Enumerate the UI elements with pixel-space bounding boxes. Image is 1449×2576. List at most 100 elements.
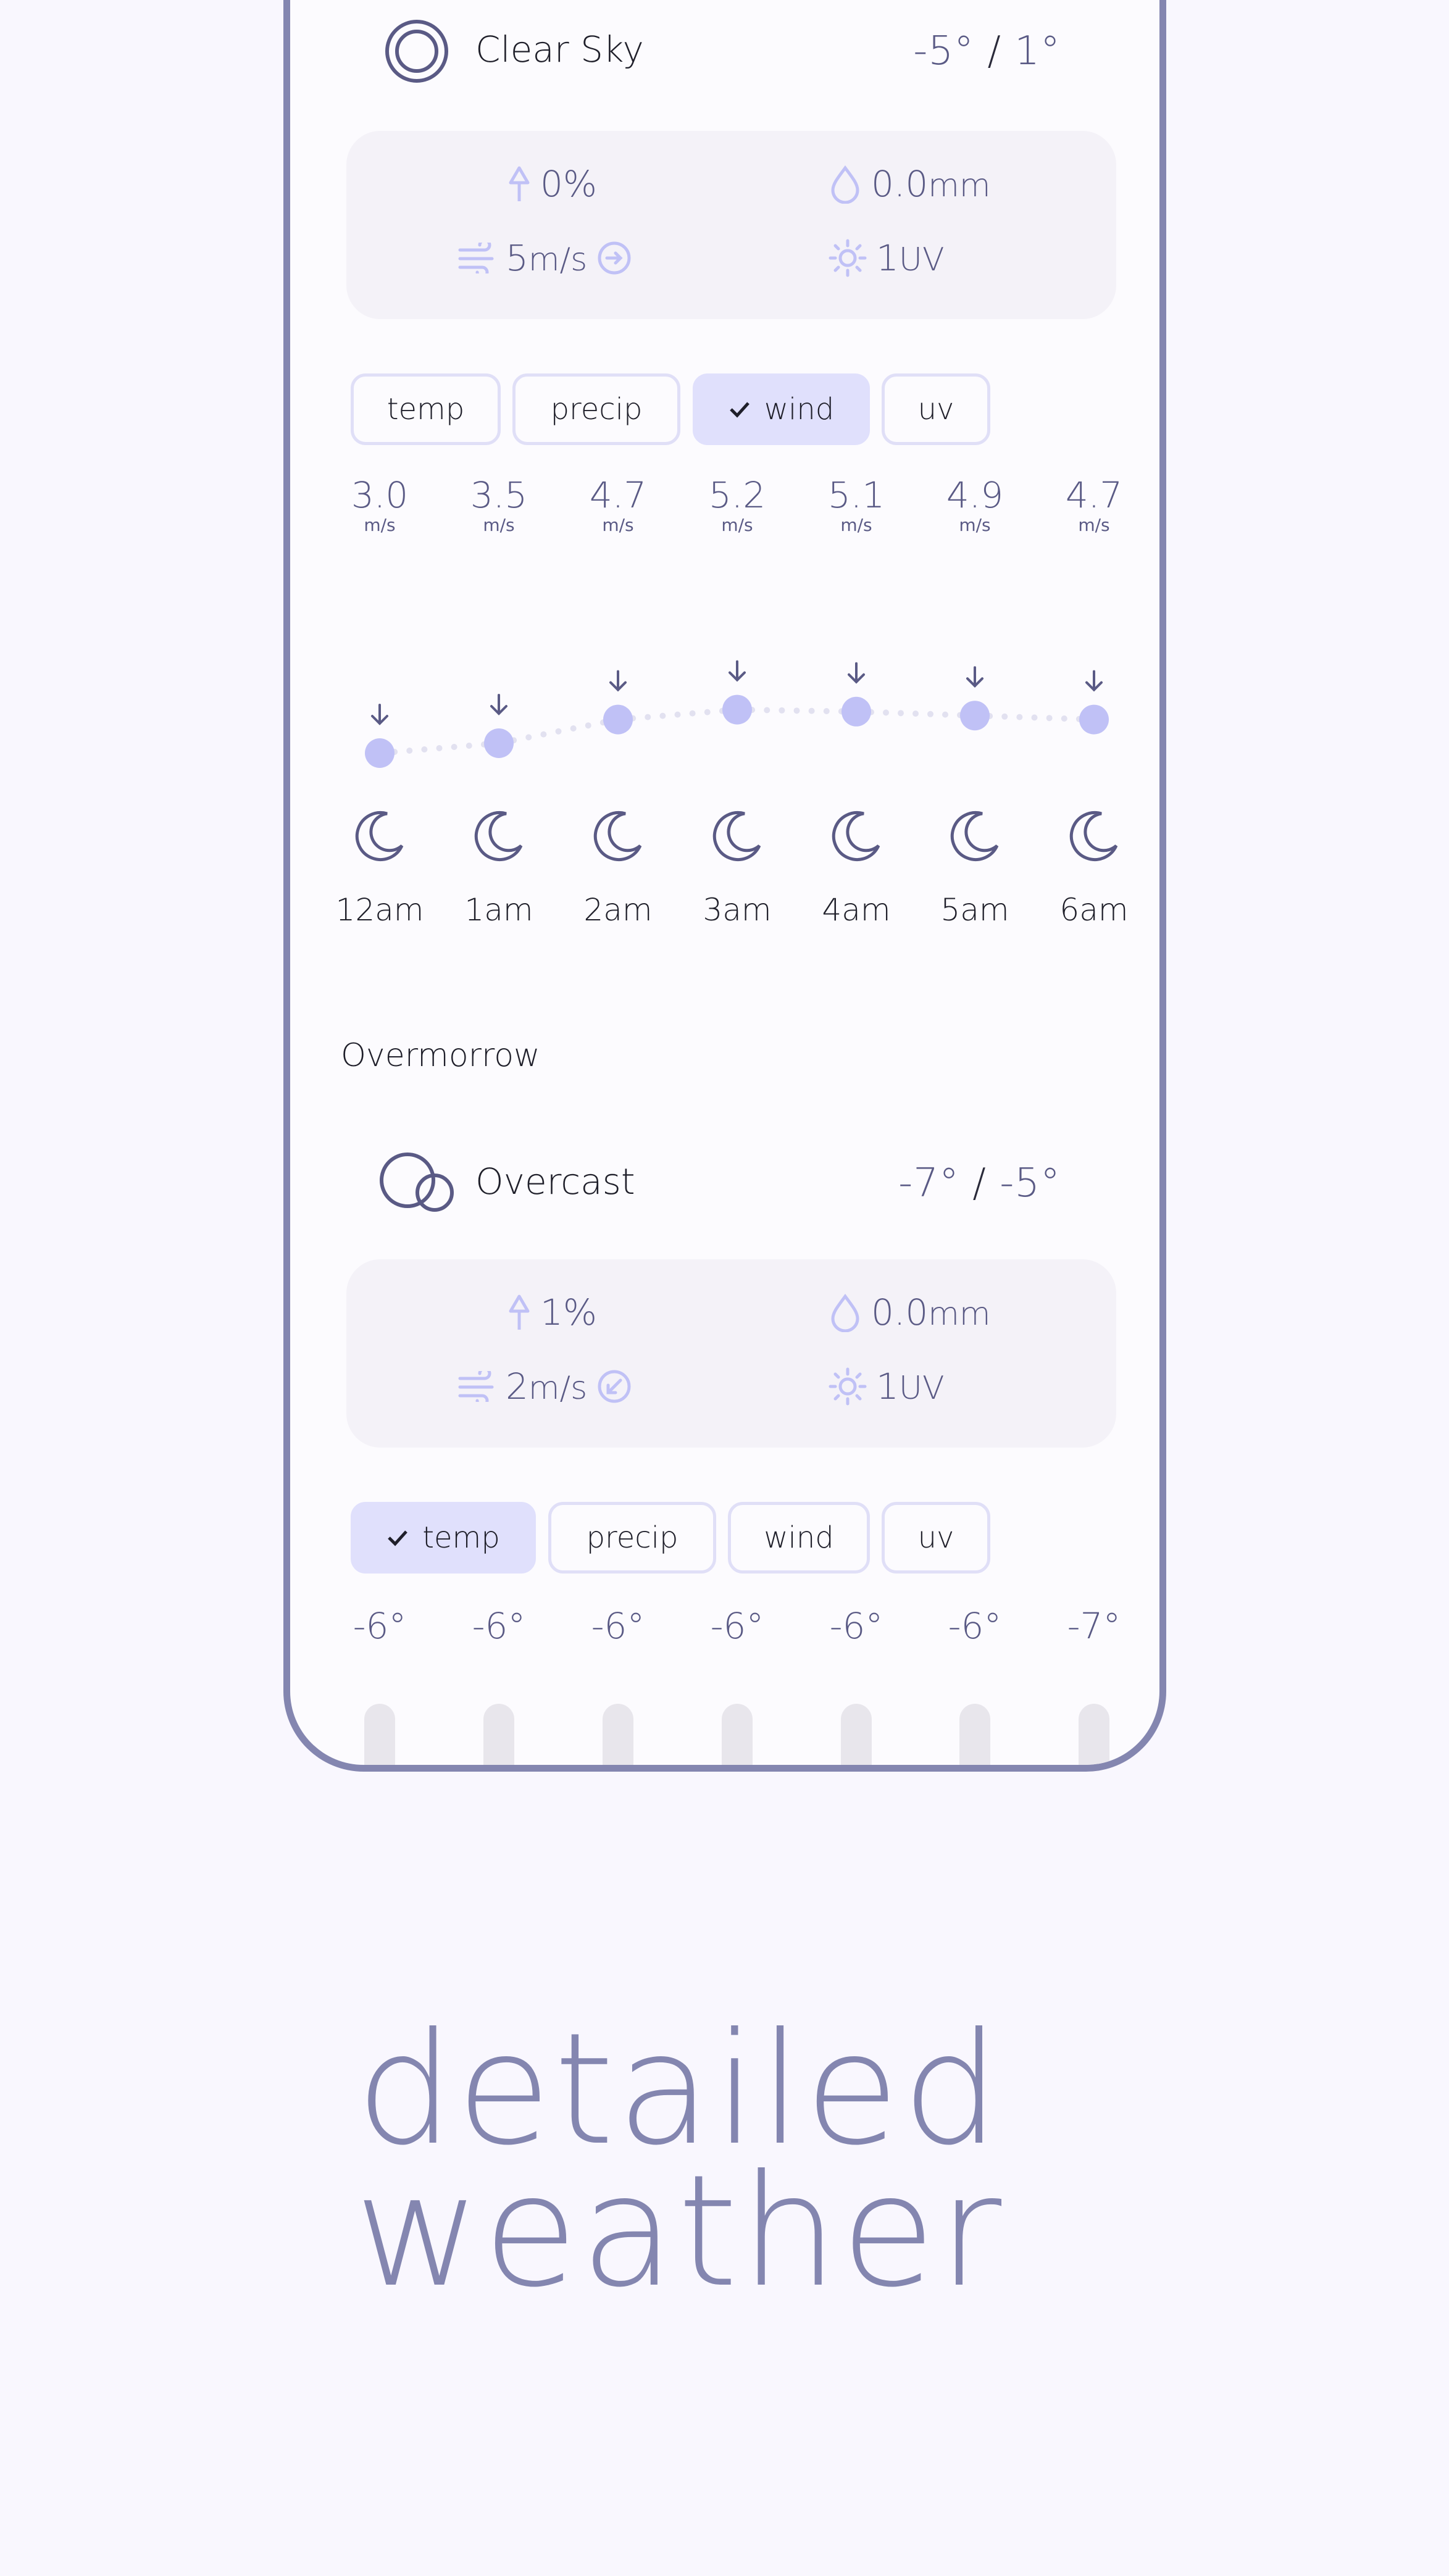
- temp-bar: [1079, 1704, 1109, 1765]
- wind-connector-dot: [645, 714, 651, 720]
- wind-speed-value: 2: [506, 1365, 528, 1407]
- umbrella-icon: [509, 1294, 530, 1330]
- tab-uv[interactable]: uv: [882, 1502, 990, 1574]
- hour-label: 6am: [1059, 892, 1129, 928]
- day-stats-panel: 1% 0.0mm 2m/s 1UV: [346, 1259, 1116, 1448]
- tab-precip[interactable]: precip: [548, 1502, 716, 1574]
- moon-icon: [1069, 811, 1118, 861]
- wind-connector-dot: [451, 744, 457, 750]
- tab-label: wind: [764, 392, 835, 427]
- clear-sky-icon: [385, 20, 448, 83]
- tab-label: precip: [550, 392, 643, 427]
- wind-connector-dot: [1046, 715, 1053, 722]
- wind-icon: [458, 1371, 494, 1402]
- wind-unit: m/s: [528, 241, 588, 278]
- precip-amount-value: 0.0: [871, 1291, 929, 1333]
- wind-value-unit: m/s: [364, 515, 396, 535]
- hour-label: 1am: [464, 892, 533, 928]
- wind-value-unit: m/s: [840, 515, 872, 535]
- wind-point: [841, 696, 871, 727]
- tab-precip[interactable]: precip: [512, 373, 680, 445]
- uv-value: 1: [876, 237, 899, 279]
- sun-icon: [829, 1367, 867, 1406]
- wind-connector-dot: [406, 748, 413, 754]
- wind-value: 4.7 m/s: [1048, 475, 1140, 535]
- wind-connector-dot: [689, 710, 696, 717]
- wind-connector-dot: [585, 722, 591, 729]
- hour-label: 12am: [335, 892, 424, 928]
- wind-number: 5.1: [827, 474, 885, 516]
- tagline-line2: weather: [354, 2141, 1004, 2321]
- temp-value: -7°: [1067, 1605, 1121, 1647]
- wind-point: [365, 738, 395, 768]
- temp-low: -5°: [913, 28, 975, 74]
- wind-speed: 2m/s: [457, 1365, 633, 1407]
- wind-value-unit: m/s: [721, 515, 753, 535]
- temp-bar: [841, 1704, 872, 1765]
- umbrella-icon: [509, 166, 530, 201]
- day-label: Overmorrow: [341, 1037, 540, 1074]
- precip-unit: mm: [928, 1296, 991, 1333]
- wind-connector-dot: [764, 707, 770, 714]
- tab-wind[interactable]: wind: [728, 1502, 870, 1574]
- temp-value: -6°: [353, 1605, 407, 1647]
- wind-connector-dot: [808, 707, 815, 714]
- wind-connector-dot: [912, 711, 919, 717]
- wind-point: [1079, 704, 1109, 735]
- wind-connector-dot: [898, 710, 904, 717]
- wind-speed-value: 5: [506, 237, 528, 279]
- condition-title: Clear Sky: [475, 28, 644, 70]
- wind-connector-dot: [883, 709, 889, 716]
- wind-connector-dot: [525, 734, 532, 741]
- moon-icon: [355, 811, 404, 861]
- wind-value: 3.0 m/s: [333, 475, 426, 535]
- tab-label: temp: [422, 1520, 500, 1555]
- wind-connector-dot: [570, 725, 577, 732]
- wind-icon: [458, 243, 494, 273]
- wind-connector-dot: [779, 707, 785, 714]
- tab-wind[interactable]: wind: [693, 373, 870, 445]
- uv-unit: UV: [898, 1370, 945, 1407]
- hour-label: 3am: [703, 892, 772, 928]
- wind-connector-dot: [674, 711, 681, 718]
- tab-temp[interactable]: temp: [351, 1502, 536, 1574]
- precip-unit: mm: [928, 167, 991, 204]
- wind-number: 4.7: [589, 474, 647, 516]
- wind-connector-dot: [942, 711, 948, 718]
- wind-direction-arrow-icon: [966, 666, 983, 688]
- wind-connector-dot: [436, 745, 443, 751]
- precip-chance: 1%: [507, 1291, 597, 1333]
- tab-temp[interactable]: temp: [351, 373, 501, 445]
- temp-range: -7° / -5°: [898, 1161, 1061, 1206]
- tab-label: precip: [586, 1520, 679, 1555]
- wind-direction-icon: [598, 241, 631, 275]
- wind-connector-dot: [540, 731, 547, 738]
- wind-connector-dot: [704, 709, 711, 715]
- wind-connector-dot: [823, 708, 830, 714]
- wind-connector-dot: [1001, 713, 1008, 720]
- wind-speed: 5m/s: [457, 237, 633, 279]
- drop-icon: [831, 165, 859, 204]
- hour-label: 2am: [583, 892, 653, 928]
- uv-unit: UV: [898, 241, 945, 278]
- tab-uv[interactable]: uv: [882, 373, 990, 445]
- wind-value: 4.9 m/s: [929, 475, 1021, 535]
- wind-point: [722, 694, 752, 725]
- wind-unit: m/s: [528, 1370, 588, 1407]
- wind-direction-arrow-icon: [490, 694, 507, 715]
- wind-direction-arrow-icon: [609, 670, 627, 692]
- wind-value: 3.5 m/s: [453, 475, 545, 535]
- moon-icon: [832, 811, 880, 861]
- precip-chance: 0%: [507, 163, 597, 205]
- uv-index: 1UV: [828, 237, 945, 279]
- temp-value: -6°: [472, 1605, 526, 1647]
- wind-direction-arrow-icon: [1085, 670, 1103, 692]
- condition-title: Overcast: [475, 1161, 635, 1203]
- wind-connector-dot: [1061, 715, 1067, 722]
- wind-value: 5.2 m/s: [691, 475, 783, 535]
- temp-high: 1°: [1014, 28, 1061, 74]
- tab-label: uv: [917, 1520, 954, 1555]
- temp-bar: [722, 1704, 753, 1765]
- wind-connector-dot: [659, 712, 666, 719]
- sun-icon: [829, 239, 867, 277]
